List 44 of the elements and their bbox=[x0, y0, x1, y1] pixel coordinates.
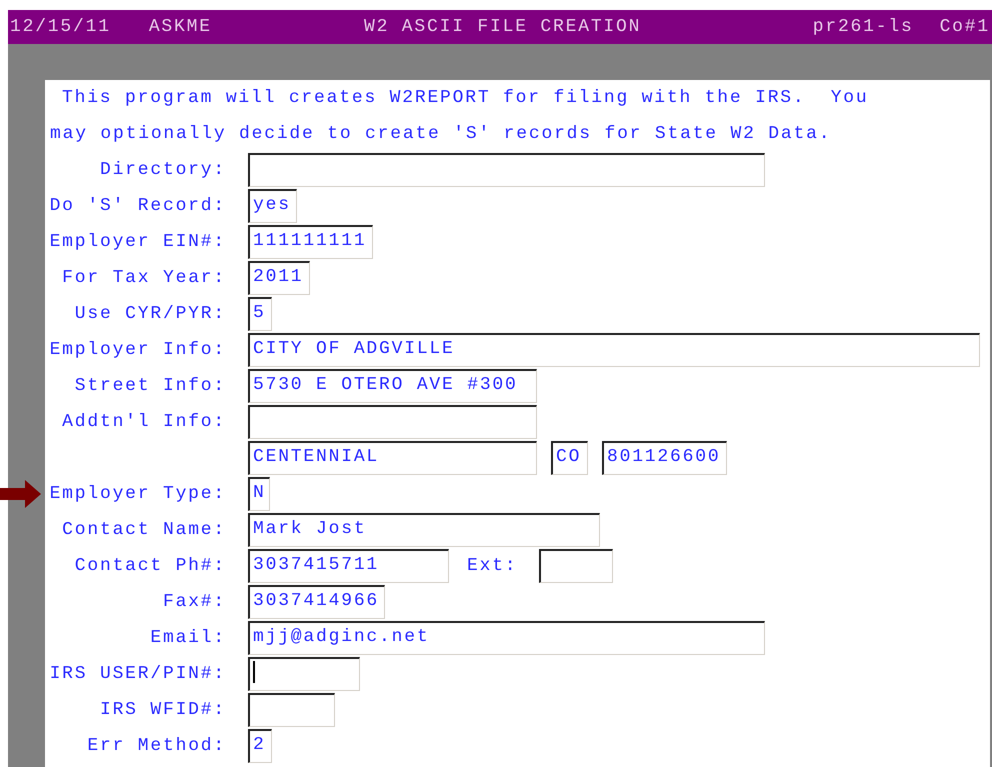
input-field[interactable]: 5730 E OTERO AVE #300 bbox=[248, 369, 537, 403]
field-label: IRS USER/PIN#: bbox=[48, 662, 226, 686]
field-label: Ext: bbox=[467, 554, 518, 578]
input-field[interactable] bbox=[539, 549, 614, 583]
field-label: Directory: bbox=[98, 158, 226, 182]
input-field[interactable]: mjj@adginc.net bbox=[248, 621, 765, 655]
field-label: Street Info: bbox=[74, 374, 226, 398]
input-field[interactable] bbox=[248, 657, 360, 691]
field-label: Use CYR/PYR: bbox=[74, 302, 226, 326]
input-field[interactable]: 3037414966 bbox=[248, 585, 385, 619]
input-field[interactable]: N bbox=[248, 477, 270, 511]
field-label: Addtn'l Info: bbox=[61, 410, 226, 434]
instruction-text: This program will creates W2REPORT for filing with the IRS. You bbox=[62, 88, 869, 108]
input-field[interactable]: CITY OF ADGVILLE bbox=[248, 333, 980, 367]
field-label: Email: bbox=[149, 626, 226, 650]
input-field[interactable]: CENTENNIAL bbox=[248, 441, 537, 475]
user-text: ASKME bbox=[148, 16, 212, 38]
instruction-text: may optionally decide to create 'S' records for State W2 Data. bbox=[50, 124, 832, 144]
input-field[interactable]: 5 bbox=[248, 297, 272, 331]
field-label: For Tax Year: bbox=[61, 266, 226, 290]
window-title: W2 ASCII FILE CREATION bbox=[364, 16, 642, 38]
input-field[interactable]: Mark Jost bbox=[248, 513, 600, 547]
input-field[interactable]: 111111111 bbox=[248, 225, 373, 259]
input-field[interactable]: 3037415711 bbox=[248, 549, 449, 583]
company-text: Co#1 bbox=[940, 16, 990, 38]
field-label: Employer Type: bbox=[48, 482, 226, 506]
field-label: Employer EIN#: bbox=[48, 230, 226, 254]
field-label: IRS WFID#: bbox=[98, 698, 226, 722]
program-id-text: pr261-ls bbox=[812, 16, 914, 38]
input-field[interactable]: 2011 bbox=[248, 261, 310, 295]
field-label: Err Method: bbox=[86, 734, 226, 758]
date-text: 12/15/11 bbox=[10, 16, 111, 38]
input-field[interactable]: 801126600 bbox=[602, 441, 727, 475]
input-field[interactable]: CO bbox=[551, 441, 588, 475]
field-label: Contact Ph#: bbox=[74, 554, 226, 578]
field-label: Do 'S' Record: bbox=[48, 194, 226, 218]
input-field[interactable] bbox=[248, 405, 537, 439]
input-field[interactable] bbox=[248, 153, 765, 187]
input-field[interactable] bbox=[248, 693, 335, 727]
input-field[interactable]: yes bbox=[248, 189, 297, 223]
field-label: Employer Info: bbox=[48, 338, 226, 362]
field-label: Contact Name: bbox=[61, 518, 226, 542]
input-field[interactable]: 2 bbox=[248, 729, 272, 763]
field-label: Fax#: bbox=[162, 590, 226, 614]
